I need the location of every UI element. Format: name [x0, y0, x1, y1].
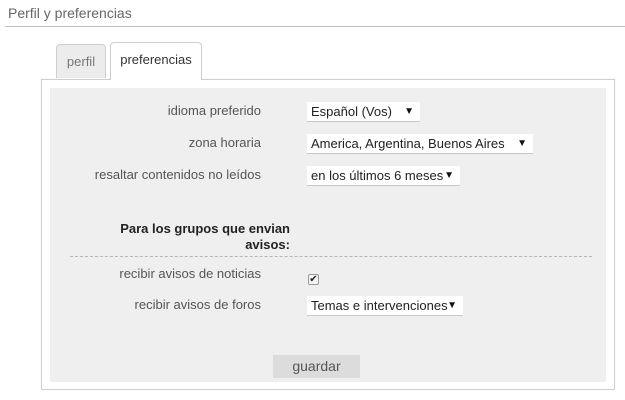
- preferences-panel: idioma preferido Español (Vos) ▼ zona ho…: [41, 79, 615, 390]
- news-notices-checkbox[interactable]: ✔: [308, 274, 319, 285]
- forum-notices-label: recibir avisos de foros: [134, 297, 261, 312]
- tab-perfil[interactable]: perfil: [56, 44, 106, 78]
- chevron-down-icon: ▼: [447, 300, 457, 311]
- preferences-page: Perfil y preferencias perfil preferencia…: [0, 0, 625, 400]
- highlight-select[interactable]: en los últimos 6 meses ▼: [307, 166, 460, 186]
- timezone-label: zona horaria: [188, 135, 261, 150]
- timezone-select[interactable]: America, Argentina, Buenos Aires ▼: [307, 134, 533, 154]
- highlight-select-value: en los últimos 6 meses: [311, 168, 444, 183]
- title-divider: [5, 26, 625, 27]
- checkmark-icon: ✔: [309, 274, 318, 285]
- language-select[interactable]: Español (Vos) ▼: [307, 102, 420, 122]
- chevron-down-icon: ▼: [517, 138, 527, 149]
- news-notices-label: recibir avisos de noticias: [119, 266, 261, 281]
- forum-notices-select[interactable]: Temas e intervenciones ▼: [307, 296, 463, 316]
- preferences-form: idioma preferido Español (Vos) ▼ zona ho…: [50, 88, 606, 382]
- section-divider: [70, 256, 592, 257]
- page-title: Perfil y preferencias: [8, 5, 132, 21]
- group-heading: Para los grupos que envian avisos:: [120, 221, 290, 252]
- forum-notices-select-value: Temas e intervenciones: [311, 298, 448, 313]
- language-select-value: Español (Vos): [311, 104, 392, 119]
- tab-preferencias[interactable]: preferencias: [110, 42, 202, 80]
- highlight-label: resaltar contenidos no leídos: [94, 167, 261, 182]
- chevron-down-icon: ▼: [404, 106, 414, 117]
- language-label: idioma preferido: [167, 103, 261, 118]
- save-button[interactable]: guardar: [273, 355, 360, 378]
- timezone-select-value: America, Argentina, Buenos Aires: [311, 136, 505, 151]
- chevron-down-icon: ▼: [444, 170, 454, 181]
